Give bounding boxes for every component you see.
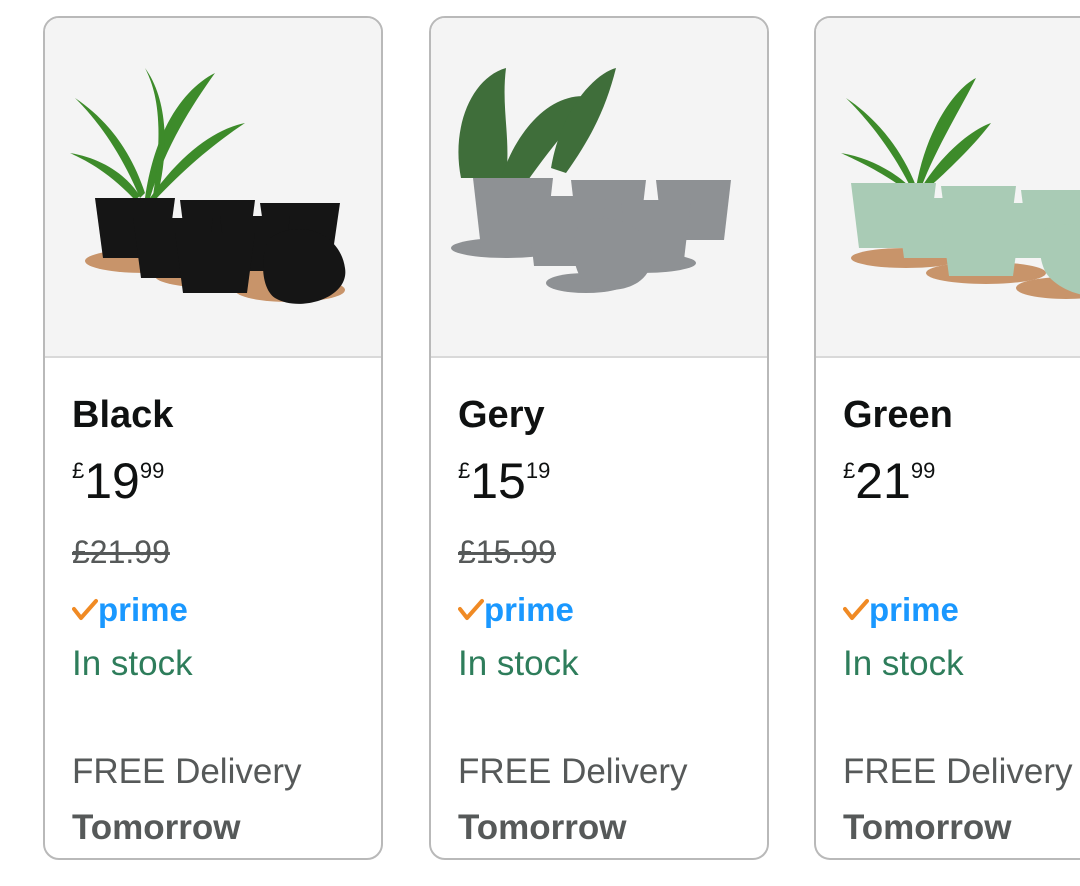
prime-badge: prime [458, 590, 574, 630]
product-variant-card-green[interactable]: Green £2199 prime In stock FREE Delivery… [814, 16, 1080, 860]
price-whole: 19 [84, 453, 140, 509]
price-whole: 21 [855, 453, 911, 509]
prime-check-icon [458, 599, 484, 620]
variant-price: £1519 [458, 456, 550, 506]
delivery-info: FREE Delivery [458, 752, 688, 791]
variant-color-name: Green [843, 394, 953, 436]
currency-symbol: £ [843, 458, 856, 483]
delivery-day: Tomorrow [458, 808, 627, 847]
delivery-day: Tomorrow [72, 808, 241, 847]
prime-badge: prime [72, 590, 188, 630]
availability-status: In stock [458, 644, 579, 683]
delivery-info: FREE Delivery [843, 752, 1073, 791]
variant-price: £1999 [72, 456, 164, 506]
prime-label: prime [869, 591, 959, 628]
prime-label: prime [484, 591, 574, 628]
currency-symbol: £ [458, 458, 471, 483]
product-image [431, 18, 767, 358]
product-image [45, 18, 381, 358]
availability-status: In stock [72, 644, 193, 683]
was-price: £15.99 [458, 534, 556, 570]
variant-price: £2199 [843, 456, 935, 506]
availability-status: In stock [843, 644, 964, 683]
currency-symbol: £ [72, 458, 85, 483]
product-image [816, 18, 1080, 358]
price-whole: 15 [470, 453, 526, 509]
variant-color-name: Gery [458, 394, 545, 436]
prime-check-icon [72, 599, 98, 620]
product-variant-card-black[interactable]: Black £1999 £21.99 prime In stock FREE D… [43, 16, 383, 860]
variant-color-name: Black [72, 394, 174, 436]
prime-badge: prime [843, 590, 959, 630]
delivery-day: Tomorrow [843, 808, 1012, 847]
prime-label: prime [98, 591, 188, 628]
delivery-info: FREE Delivery [72, 752, 302, 791]
price-fraction: 99 [910, 458, 936, 483]
prime-check-icon [843, 599, 869, 620]
price-fraction: 99 [139, 458, 165, 483]
product-variant-card-grey[interactable]: Gery £1519 £15.99 prime In stock FREE De… [429, 16, 769, 860]
was-price: £21.99 [72, 534, 170, 570]
price-fraction: 19 [525, 458, 551, 483]
